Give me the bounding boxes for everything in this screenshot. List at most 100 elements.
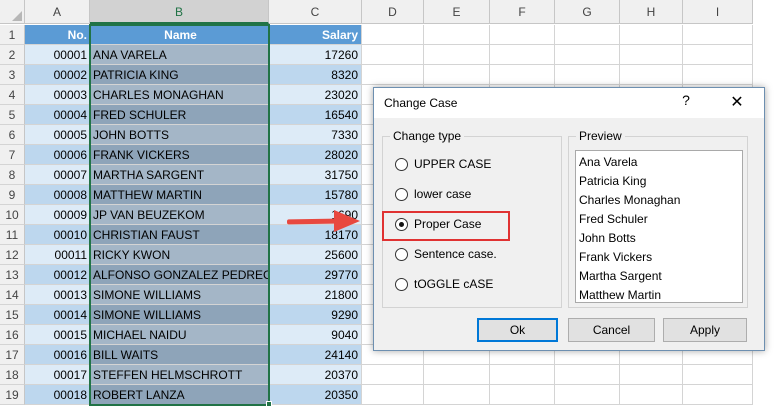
row-header[interactable]: 17 bbox=[0, 345, 25, 365]
column-header-h[interactable]: H bbox=[620, 0, 683, 24]
column-header-b[interactable]: B bbox=[90, 0, 269, 24]
empty-cell[interactable] bbox=[424, 385, 490, 405]
dialog-title-bar[interactable]: Change Case ? ✕ bbox=[374, 88, 764, 118]
radio-lower-case[interactable]: lower case bbox=[395, 185, 471, 203]
empty-cell[interactable] bbox=[490, 65, 555, 85]
empty-cell[interactable] bbox=[362, 385, 424, 405]
row-header[interactable]: 14 bbox=[0, 285, 25, 305]
row-header[interactable]: 6 bbox=[0, 125, 25, 145]
cell-c[interactable]: 23020 bbox=[269, 85, 362, 105]
cell-c[interactable]: 20370 bbox=[269, 365, 362, 385]
cancel-button[interactable]: Cancel bbox=[568, 318, 655, 342]
header-cell-b[interactable]: Name bbox=[90, 25, 269, 45]
row-header[interactable]: 8 bbox=[0, 165, 25, 185]
row-header[interactable]: 18 bbox=[0, 365, 25, 385]
cell-b[interactable]: ROBERT LANZA bbox=[90, 385, 269, 405]
cell-b[interactable]: ANA VARELA bbox=[90, 45, 269, 65]
cell-b[interactable]: PATRICIA KING bbox=[90, 65, 269, 85]
cell-a[interactable]: 00016 bbox=[25, 345, 90, 365]
cell-b[interactable]: JP VAN BEUZEKOM bbox=[90, 205, 269, 225]
row-header[interactable]: 2 bbox=[0, 45, 25, 65]
cell-b[interactable]: MARTHA SARGENT bbox=[90, 165, 269, 185]
cell-a[interactable]: 00018 bbox=[25, 385, 90, 405]
row-header[interactable]: 16 bbox=[0, 325, 25, 345]
cell-a[interactable]: 00001 bbox=[25, 45, 90, 65]
cell-b[interactable]: SIMONE WILLIAMS bbox=[90, 305, 269, 325]
cell-a[interactable]: 00003 bbox=[25, 85, 90, 105]
row-header[interactable]: 15 bbox=[0, 305, 25, 325]
fill-handle[interactable] bbox=[266, 401, 272, 407]
cell-a[interactable]: 00012 bbox=[25, 265, 90, 285]
radio-button-icon[interactable] bbox=[395, 187, 408, 201]
select-all-corner[interactable] bbox=[0, 0, 25, 24]
empty-cell[interactable] bbox=[362, 65, 424, 85]
cell-b[interactable]: CHRISTIAN FAUST bbox=[90, 225, 269, 245]
cell-a[interactable]: 00017 bbox=[25, 365, 90, 385]
cell-b[interactable]: MATTHEW MARTIN bbox=[90, 185, 269, 205]
preview-list[interactable]: Ana Varela Patricia King Charles Monaghan F… bbox=[575, 150, 743, 303]
row-header[interactable]: 7 bbox=[0, 145, 25, 165]
empty-cell[interactable] bbox=[424, 25, 490, 45]
column-header-c[interactable]: C bbox=[269, 0, 362, 24]
empty-cell[interactable] bbox=[683, 25, 753, 45]
empty-cell[interactable] bbox=[555, 385, 620, 405]
cell-c[interactable]: 29770 bbox=[269, 265, 362, 285]
cell-c[interactable]: 17260 bbox=[269, 45, 362, 65]
radio-button-icon[interactable] bbox=[395, 157, 408, 171]
row-header[interactable]: 11 bbox=[0, 225, 25, 245]
empty-cell[interactable] bbox=[362, 45, 424, 65]
cell-a[interactable]: 00010 bbox=[25, 225, 90, 245]
empty-cell[interactable] bbox=[555, 45, 620, 65]
empty-cell[interactable] bbox=[362, 25, 424, 45]
radio-sentence-case[interactable]: Sentence case. bbox=[395, 245, 497, 263]
cell-b[interactable]: FRANK VICKERS bbox=[90, 145, 269, 165]
empty-cell[interactable] bbox=[490, 25, 555, 45]
cell-b[interactable]: JOHN BOTTS bbox=[90, 125, 269, 145]
cell-c[interactable]: 24140 bbox=[269, 345, 362, 365]
radio-toggle-case[interactable]: tOGGLE cASE bbox=[395, 275, 493, 293]
empty-cell[interactable] bbox=[490, 365, 555, 385]
cell-b[interactable]: FRED SCHULER bbox=[90, 105, 269, 125]
cell-c[interactable]: 15780 bbox=[269, 185, 362, 205]
empty-cell[interactable] bbox=[490, 45, 555, 65]
empty-cell[interactable] bbox=[683, 65, 753, 85]
header-cell-c[interactable]: Salary bbox=[269, 25, 362, 45]
column-header-g[interactable]: G bbox=[555, 0, 620, 24]
cell-a[interactable]: 00006 bbox=[25, 145, 90, 165]
empty-cell[interactable] bbox=[555, 65, 620, 85]
radio-button-icon[interactable] bbox=[395, 247, 408, 261]
cell-c[interactable]: 16540 bbox=[269, 105, 362, 125]
cell-a[interactable]: 00013 bbox=[25, 285, 90, 305]
ok-button[interactable]: Ok bbox=[477, 318, 558, 342]
radio-upper-case[interactable]: UPPER CASE bbox=[395, 155, 491, 173]
row-header[interactable]: 1 bbox=[0, 25, 25, 45]
empty-cell[interactable] bbox=[424, 365, 490, 385]
cell-b[interactable]: BILL WAITS bbox=[90, 345, 269, 365]
empty-cell[interactable] bbox=[490, 385, 555, 405]
cell-c[interactable]: 7330 bbox=[269, 125, 362, 145]
empty-cell[interactable] bbox=[683, 45, 753, 65]
row-header[interactable]: 3 bbox=[0, 65, 25, 85]
help-icon[interactable]: ? bbox=[678, 92, 694, 108]
cell-a[interactable]: 00005 bbox=[25, 125, 90, 145]
empty-cell[interactable] bbox=[620, 365, 683, 385]
empty-cell[interactable] bbox=[555, 25, 620, 45]
cell-c[interactable]: 9040 bbox=[269, 325, 362, 345]
empty-cell[interactable] bbox=[620, 65, 683, 85]
cell-c[interactable]: 25600 bbox=[269, 245, 362, 265]
cell-a[interactable]: 00008 bbox=[25, 185, 90, 205]
cell-b[interactable]: STEFFEN HELMSCHROTT bbox=[90, 365, 269, 385]
cell-c[interactable]: 8320 bbox=[269, 65, 362, 85]
column-header-e[interactable]: E bbox=[424, 0, 490, 24]
cell-c[interactable]: 9290 bbox=[269, 305, 362, 325]
apply-button[interactable]: Apply bbox=[663, 318, 747, 342]
column-header-i[interactable]: I bbox=[683, 0, 753, 24]
column-header-f[interactable]: F bbox=[490, 0, 555, 24]
cell-c[interactable]: 31750 bbox=[269, 165, 362, 185]
radio-button-icon[interactable] bbox=[395, 277, 408, 291]
row-header[interactable]: 13 bbox=[0, 265, 25, 285]
cell-a[interactable]: 00007 bbox=[25, 165, 90, 185]
cell-a[interactable]: 00002 bbox=[25, 65, 90, 85]
cell-b[interactable]: RICKY KWON bbox=[90, 245, 269, 265]
cell-b[interactable]: MICHAEL NAIDU bbox=[90, 325, 269, 345]
